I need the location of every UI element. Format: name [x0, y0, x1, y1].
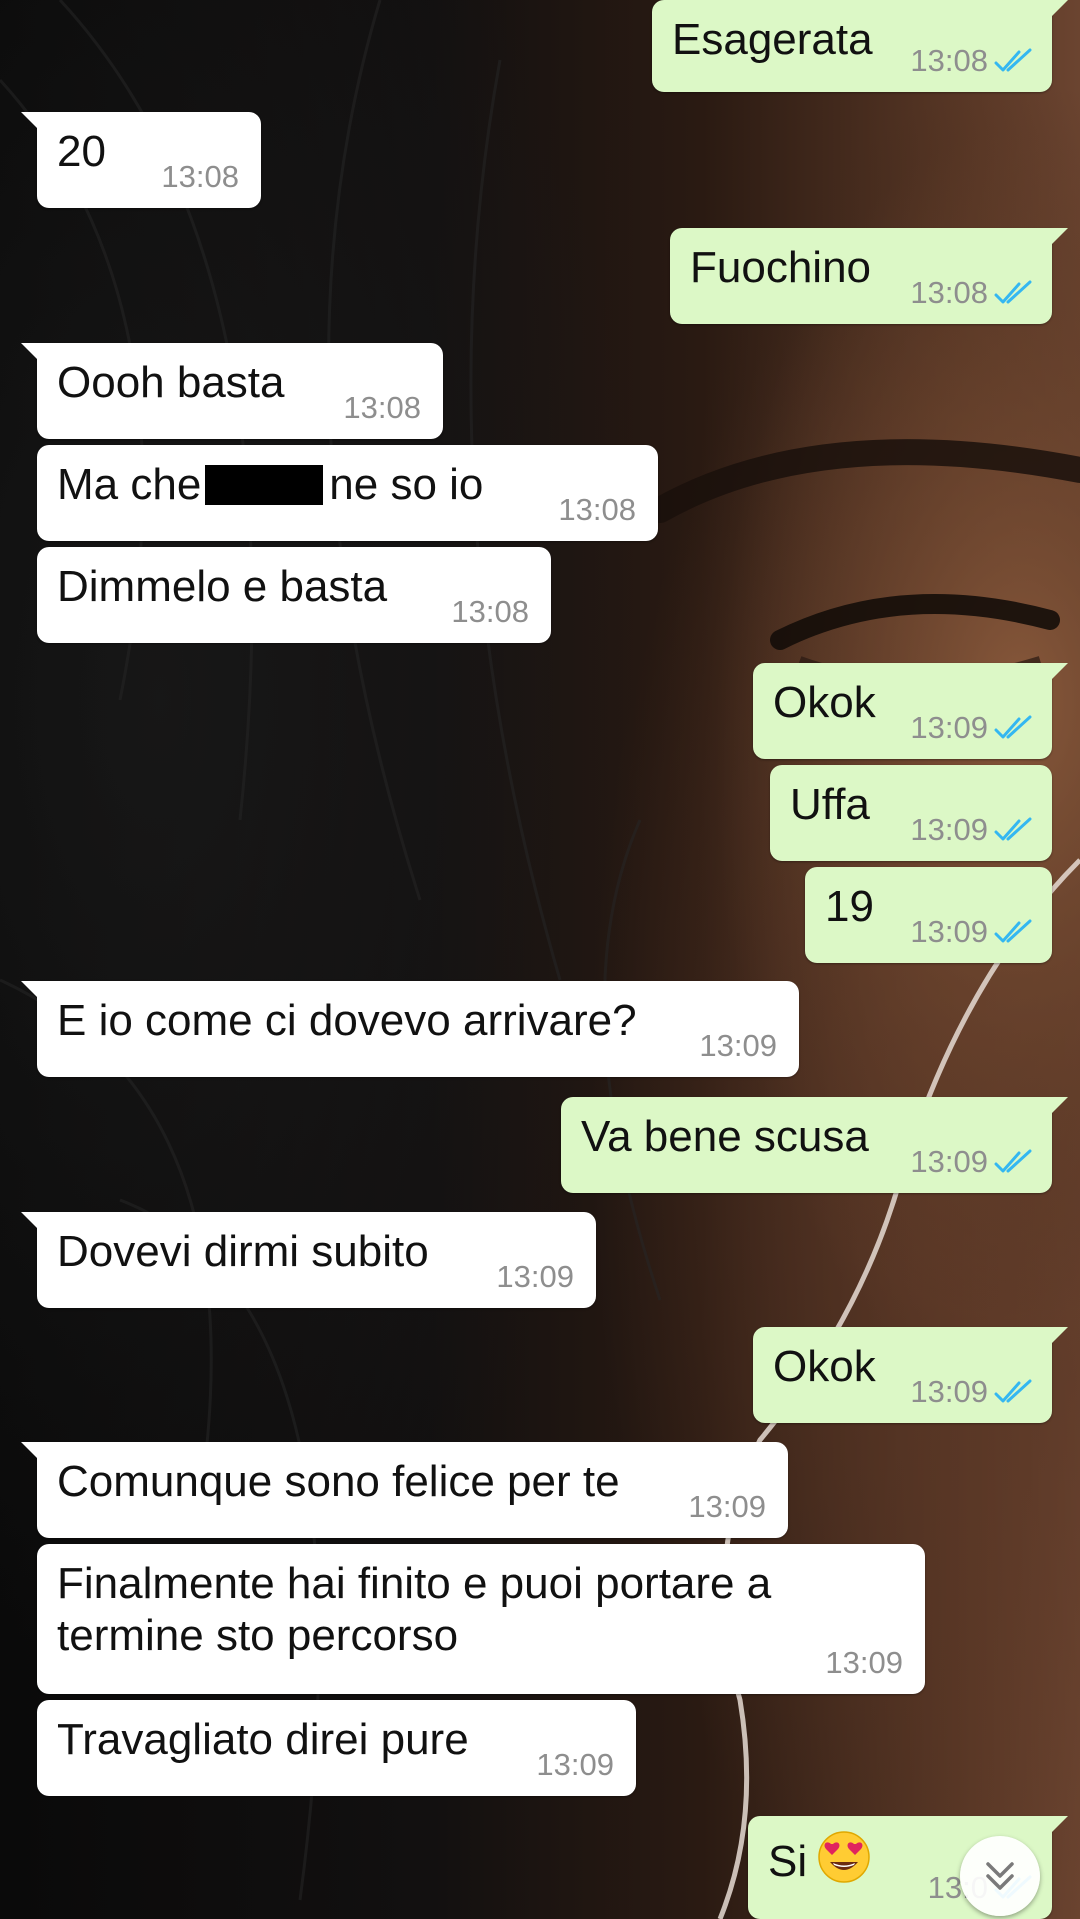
- outgoing-message-bubble[interactable]: Uffa 13:09: [770, 765, 1052, 861]
- message-text-content: Travagliato direi pure: [57, 1715, 469, 1764]
- message-text: Finalmente hai finito e puoi portare a t…: [57, 1558, 907, 1662]
- message-text-content: E io come ci dovevo arrivare?: [57, 996, 637, 1045]
- message-timestamp: 13:09: [910, 1374, 988, 1409]
- message-timestamp: 13:08: [910, 275, 988, 310]
- read-receipt-double-check-icon: [994, 1149, 1032, 1173]
- incoming-message-bubble[interactable]: Finalmente hai finito e puoi portare a t…: [37, 1544, 925, 1694]
- outgoing-message-bubble[interactable]: Va bene scusa 13:09: [561, 1097, 1068, 1193]
- message-timestamp: 13:09: [910, 914, 988, 949]
- read-receipt-double-check-icon: [994, 1379, 1032, 1403]
- scroll-to-bottom-button[interactable]: [960, 1836, 1040, 1916]
- bubble-tail: [1046, 663, 1068, 685]
- message-timestamp: 13:08: [558, 492, 636, 527]
- bubble-tail: [1046, 1327, 1068, 1349]
- bubble-tail: [21, 1212, 43, 1234]
- incoming-message-bubble[interactable]: Ma che ne so io 13:08: [37, 445, 658, 541]
- incoming-message-bubble[interactable]: E io come ci dovevo arrivare? 13:09: [21, 981, 799, 1077]
- message-meta: 13:09: [825, 1646, 903, 1680]
- message-timestamp: 13:09: [699, 1028, 777, 1063]
- bubble-tail: [21, 981, 43, 1003]
- incoming-message-bubble[interactable]: Dovevi dirmi subito 13:09: [21, 1212, 596, 1308]
- message-meta: 13:09: [910, 813, 1034, 847]
- bubble-tail: [1046, 1097, 1068, 1119]
- message-text: E io come ci dovevo arrivare?: [57, 995, 781, 1047]
- outgoing-message-bubble[interactable]: Fuochino 13:08: [670, 228, 1068, 324]
- message-text-content: Dimmelo e basta: [57, 562, 388, 611]
- message-text: Ma che ne so io: [57, 459, 640, 511]
- message-text-content: Esagerata: [672, 15, 873, 64]
- heart-eyes-emoji-icon: [818, 1831, 870, 1883]
- redaction-block: [205, 465, 324, 505]
- message-text-content: Dovevi dirmi subito: [57, 1227, 429, 1276]
- message-list[interactable]: Esagerata 13:08 20 13:08 Fuochino 13:08 Oooh b…: [0, 0, 1080, 1919]
- outgoing-message-bubble[interactable]: Okok 13:09: [753, 663, 1068, 759]
- read-receipt-double-check-icon: [994, 280, 1032, 304]
- message-meta: 13:08: [451, 595, 529, 629]
- outgoing-message-bubble[interactable]: Okok 13:09: [753, 1327, 1068, 1423]
- read-receipt-double-check-icon: [994, 48, 1032, 72]
- message-text-content: Okok: [773, 1342, 876, 1391]
- message-meta: 13:09: [910, 1375, 1034, 1409]
- incoming-message-bubble[interactable]: Dimmelo e basta 13:08: [37, 547, 551, 643]
- message-meta: 13:09: [910, 1145, 1034, 1179]
- message-text-content: Fuochino: [690, 243, 872, 292]
- message-timestamp: 13:09: [825, 1645, 903, 1680]
- message-text-content: Uffa: [790, 780, 870, 829]
- bubble-tail: [21, 112, 43, 134]
- message-timestamp: 13:09: [688, 1489, 766, 1524]
- message-meta: 13:09: [496, 1260, 574, 1294]
- message-meta: 13:08: [910, 44, 1034, 78]
- message-meta: 13:09: [910, 915, 1034, 949]
- outgoing-message-bubble[interactable]: 19 13:09: [805, 867, 1052, 963]
- incoming-message-bubble[interactable]: 20 13:08: [21, 112, 261, 208]
- bubble-tail: [21, 343, 43, 365]
- bubble-tail: [1046, 228, 1068, 250]
- message-meta: 13:09: [699, 1029, 777, 1063]
- message-meta: 13:09: [536, 1748, 614, 1782]
- message-timestamp: 13:09: [496, 1259, 574, 1294]
- incoming-message-bubble[interactable]: Travagliato direi pure 13:09: [37, 1700, 636, 1796]
- read-receipt-double-check-icon: [994, 715, 1032, 739]
- message-meta: 13:09: [910, 711, 1034, 745]
- message-meta: 13:08: [558, 493, 636, 527]
- message-text: Comunque sono felice per te: [57, 1456, 770, 1508]
- message-timestamp: 13:08: [910, 43, 988, 78]
- message-timestamp: 13:09: [536, 1747, 614, 1782]
- message-text-content: 20: [57, 127, 106, 176]
- message-timestamp: 13:08: [343, 390, 421, 425]
- message-text-content: Okok: [773, 678, 876, 727]
- message-text-content: Oooh basta: [57, 358, 285, 407]
- read-receipt-double-check-icon: [994, 919, 1032, 943]
- incoming-message-bubble[interactable]: Comunque sono felice per te 13:09: [21, 1442, 788, 1538]
- bubble-tail: [1046, 0, 1068, 22]
- bubble-tail: [21, 1442, 43, 1464]
- message-timestamp: 13:09: [910, 812, 988, 847]
- bubble-tail: [1046, 1816, 1068, 1838]
- message-text-content: 19: [825, 882, 874, 931]
- incoming-message-bubble[interactable]: Oooh basta 13:08: [21, 343, 443, 439]
- message-meta: 13:08: [343, 391, 421, 425]
- outgoing-message-bubble[interactable]: Esagerata 13:08: [652, 0, 1068, 92]
- message-text-part: ne so io: [329, 460, 484, 509]
- read-receipt-double-check-icon: [994, 817, 1032, 841]
- message-timestamp: 13:08: [161, 159, 239, 194]
- message-text-content: Va bene scusa: [581, 1112, 869, 1161]
- message-text-content: Finalmente hai finito e puoi portare a t…: [57, 1559, 772, 1660]
- message-text-content: Comunque sono felice per te: [57, 1457, 620, 1506]
- message-timestamp: 13:09: [910, 710, 988, 745]
- message-meta: 13:08: [161, 160, 239, 194]
- message-text-content: Si: [768, 1837, 808, 1886]
- message-timestamp: 13:08: [451, 594, 529, 629]
- message-text-part: Ma che: [57, 460, 202, 509]
- message-meta: 13:09: [688, 1490, 766, 1524]
- message-meta: 13:08: [910, 276, 1034, 310]
- message-timestamp: 13:09: [910, 1144, 988, 1179]
- message-text: Travagliato direi pure: [57, 1714, 618, 1766]
- double-chevron-down-icon: [986, 1862, 1014, 1890]
